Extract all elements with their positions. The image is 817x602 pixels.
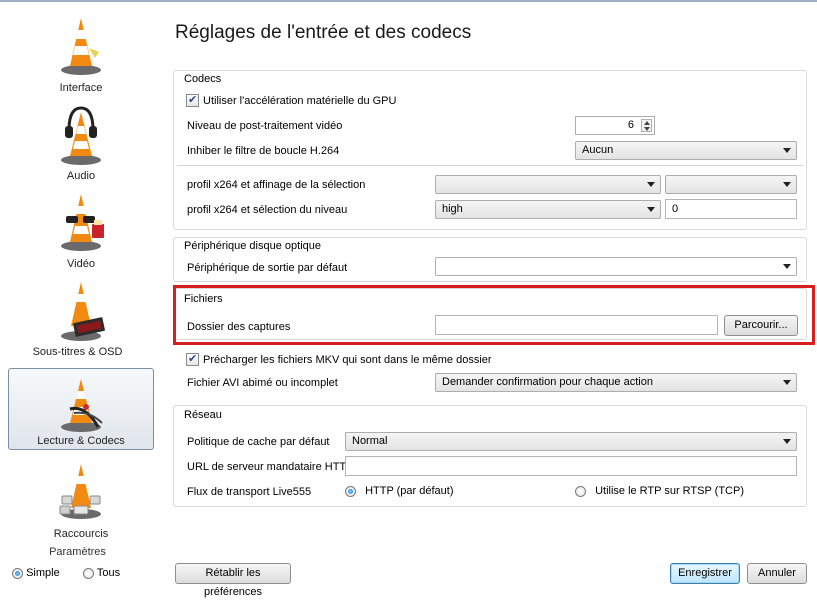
- radio-all[interactable]: [83, 567, 94, 579]
- vlc-cone-cables-icon: [56, 377, 106, 438]
- settings-mode-radios: Simple Tous: [0, 566, 155, 582]
- vlc-cone-glasses-icon: [56, 192, 106, 255]
- x264-level-input[interactable]: 0: [665, 199, 797, 219]
- chevron-down-icon: [783, 380, 791, 385]
- x264-level-value: high: [442, 203, 463, 215]
- transport-rtp-option[interactable]: Utilise le RTP sur RTSP (TCP): [575, 485, 744, 497]
- sidebar-item-interface[interactable]: Interface: [8, 12, 154, 96]
- settings-mode-title: Paramètres: [49, 546, 106, 558]
- x264-level-label: profil x264 et sélection du niveau: [187, 204, 348, 216]
- chevron-down-icon: [783, 439, 791, 444]
- x264-tune-select[interactable]: [435, 175, 661, 194]
- mode-all-label: Tous: [96, 567, 121, 579]
- save-button[interactable]: Enregistrer: [670, 563, 740, 584]
- loopfilter-value: Aucun: [582, 144, 614, 156]
- avi-value: Demander confirmation pour chaque action: [442, 376, 653, 388]
- live555-label: Flux de transport Live555: [187, 486, 312, 498]
- network-group-title: Réseau: [184, 409, 222, 421]
- sidebar-item-label: Lecture & Codecs: [37, 435, 125, 447]
- gpu-acceleration-checkbox[interactable]: [186, 93, 199, 107]
- sidebar-item-audio[interactable]: Audio: [8, 100, 154, 184]
- sidebar-item-input-codecs[interactable]: Lecture & Codecs: [8, 368, 154, 450]
- transport-rtp-label: Utilise le RTP sur RTSP (TCP): [595, 485, 745, 497]
- x264-level-number: 0: [672, 203, 679, 215]
- radio-http[interactable]: [345, 485, 356, 497]
- mode-simple-label: Simple: [26, 567, 60, 579]
- cache-policy-label: Politique de cache par défaut: [187, 436, 330, 448]
- cache-policy-value: Normal: [352, 435, 388, 447]
- radio-rtp[interactable]: [575, 485, 586, 497]
- chevron-down-icon: [783, 182, 791, 187]
- default-device-select[interactable]: [435, 257, 797, 276]
- transport-http-option[interactable]: HTTP (par défaut): [345, 485, 454, 497]
- spin-arrows-icon[interactable]: [641, 119, 652, 132]
- sidebar-item-hotkeys[interactable]: Raccourcis: [8, 458, 154, 542]
- vlc-cone-subtitles-icon: [56, 280, 106, 345]
- avi-select[interactable]: Demander confirmation pour chaque action: [435, 373, 797, 392]
- sidebar-item-label: Raccourcis: [53, 528, 109, 540]
- sidebar-item-label: Audio: [66, 170, 96, 182]
- mkv-preload-label: Précharger les fichiers MKV qui sont dan…: [203, 354, 492, 366]
- browse-button[interactable]: Parcourir...: [724, 315, 798, 336]
- loopfilter-label: Inhiber le filtre de boucle H.264: [187, 145, 340, 157]
- x264-tune-select-2[interactable]: [665, 175, 797, 194]
- snapshot-dir-label: Dossier des captures: [187, 321, 291, 333]
- snapshot-dir-input[interactable]: [435, 315, 718, 335]
- loopfilter-select[interactable]: Aucun: [575, 141, 797, 160]
- chevron-down-icon: [647, 182, 655, 187]
- sidebar-item-label: Interface: [59, 82, 103, 94]
- sidebar-item-video[interactable]: Vidéo: [8, 188, 154, 272]
- files-group-title: Fichiers: [184, 293, 223, 305]
- sidebar-item-label: Vidéo: [67, 258, 95, 270]
- chevron-down-icon: [783, 264, 791, 269]
- cancel-button[interactable]: Annuler: [747, 563, 807, 584]
- sidebar-item-subtitles[interactable]: [8, 276, 154, 360]
- chevron-down-icon: [647, 207, 655, 212]
- avi-label: Fichier AVI abimé ou incomplet: [187, 377, 338, 389]
- postproc-spinbox[interactable]: 6: [575, 116, 655, 135]
- vlc-cone-hotkeys-icon: [56, 462, 106, 525]
- radio-simple[interactable]: [12, 567, 23, 579]
- vlc-cone-headphones-icon: [59, 104, 103, 169]
- mode-all-option[interactable]: Tous: [83, 567, 120, 579]
- proxy-url-input[interactable]: [345, 456, 797, 476]
- reset-preferences-button[interactable]: Rétablir les préférences: [175, 563, 291, 598]
- chevron-down-icon: [783, 148, 791, 153]
- postproc-value: 6: [627, 119, 634, 131]
- gpu-acceleration-label: Utiliser l'accélération matérielle du GP…: [203, 95, 397, 107]
- proxy-url-label: URL de serveur mandataire HTTP: [187, 461, 354, 473]
- codecs-separator: [177, 165, 803, 166]
- mode-simple-option[interactable]: Simple: [12, 567, 60, 579]
- x264-level-select[interactable]: high: [435, 200, 661, 219]
- mkv-preload-checkbox[interactable]: [186, 352, 199, 366]
- x264-tune-label: profil x264 et affinage de la sélection: [187, 179, 366, 191]
- codecs-group-title: Codecs: [184, 73, 222, 85]
- window-top-border: [0, 0, 817, 2]
- cache-policy-select[interactable]: Normal: [345, 432, 797, 451]
- page-title: Réglages de l'entrée et des codecs: [175, 22, 472, 43]
- transport-http-label: HTTP (par défaut): [365, 485, 454, 497]
- default-device-label: Périphérique de sortie par défaut: [187, 262, 348, 274]
- category-sidebar: Interface Audio Vidéo Sous-titres & OSD …: [0, 12, 155, 547]
- optical-group-title: Périphérique disque optique: [184, 240, 321, 252]
- postproc-label: Niveau de post-traitement vidéo: [187, 120, 343, 132]
- settings-mode-group: Paramètres: [0, 546, 155, 558]
- vlc-cone-interface-icon: [59, 16, 103, 79]
